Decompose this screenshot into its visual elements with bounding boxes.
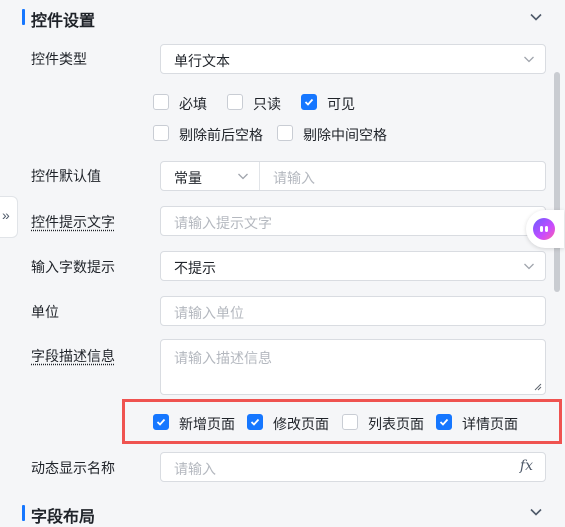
field-label-default: 控件默认值 [31, 168, 101, 184]
checkbox-required[interactable] [153, 94, 169, 110]
checkbox-label-trim-ends: 剔除前后空格 [179, 127, 263, 143]
default-value-group: 常量 请输入 [160, 161, 546, 191]
hint-text-input[interactable]: 请输入提示文字 [160, 206, 546, 236]
resize-handle-icon[interactable] [533, 382, 542, 391]
field-label-unit: 单位 [31, 304, 59, 320]
section-title-controls: 控件设置 [31, 13, 96, 30]
chevron-down-icon[interactable] [529, 10, 543, 24]
section-title-layout: 字段布局 [31, 509, 96, 526]
expand-panel-button[interactable]: » [0, 196, 18, 238]
field-label-dynamic-name: 动态显示名称 [31, 460, 115, 476]
unit-input[interactable]: 请输入单位 [160, 296, 546, 326]
scrollbar-thumb[interactable] [554, 72, 560, 292]
field-label-count-hint: 输入字数提示 [31, 259, 115, 275]
control-type-select[interactable]: 单行文本 [160, 44, 546, 74]
default-mode-select[interactable]: 常量 [161, 162, 259, 190]
chevron-down-icon [524, 56, 534, 63]
bot-eye [540, 226, 543, 232]
bot-face-icon [533, 218, 555, 240]
default-mode-value: 常量 [174, 170, 202, 186]
checkbox-trim-ends[interactable] [153, 125, 169, 141]
formula-fx-icon[interactable]: fx [520, 458, 533, 474]
checkbox-label-visible: 可见 [327, 96, 355, 112]
checkbox-visible[interactable] [301, 94, 317, 110]
checkbox-label-required: 必填 [179, 96, 207, 112]
unit-placeholder: 请输入单位 [174, 305, 244, 321]
checkbox-readonly[interactable] [227, 94, 243, 110]
chevron-down-icon [524, 263, 534, 270]
checkbox-trim-middle[interactable] [277, 125, 293, 141]
chevron-down-icon[interactable] [529, 505, 543, 519]
section-accent-bar [22, 9, 25, 25]
double-chevron-right-icon: » [2, 207, 10, 223]
description-placeholder: 请输入描述信息 [174, 350, 272, 366]
assistant-bot-button[interactable] [526, 210, 564, 248]
field-label-type: 控件类型 [31, 51, 87, 67]
checkbox-label-trim-middle: 剔除中间空格 [303, 127, 387, 143]
bot-eye [545, 226, 548, 232]
default-value-placeholder: 请输入 [273, 170, 315, 186]
count-hint-select[interactable]: 不提示 [160, 251, 546, 281]
field-label-hint: 控件提示文字 [31, 214, 115, 230]
hint-text-placeholder: 请输入提示文字 [174, 215, 272, 231]
chevron-down-icon [238, 173, 248, 180]
dynamic-name-placeholder: 请输入 [174, 461, 216, 477]
dynamic-name-input[interactable]: 请输入 fx [160, 452, 546, 482]
default-value-input[interactable]: 请输入 [260, 162, 545, 190]
section-accent-bar [22, 505, 25, 521]
checkbox-label-readonly: 只读 [253, 96, 281, 112]
description-textarea[interactable]: 请输入描述信息 [160, 339, 546, 395]
field-label-description: 字段描述信息 [31, 348, 115, 364]
count-hint-value: 不提示 [174, 260, 216, 276]
control-type-value: 单行文本 [174, 53, 230, 69]
highlight-box [122, 399, 562, 444]
